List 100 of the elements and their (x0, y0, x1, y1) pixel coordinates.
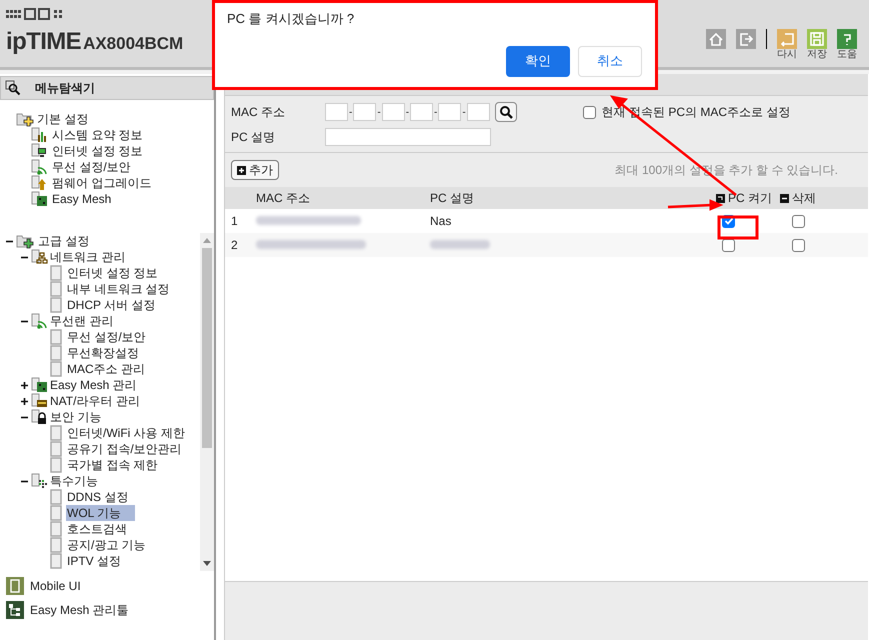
tree-item[interactable]: 무선 설정/보안 (52, 159, 131, 175)
collapse-icon[interactable] (20, 254, 28, 260)
pc-description-field[interactable] (325, 128, 491, 146)
separator-text: - (461, 106, 467, 120)
tree-item[interactable]: 펌웨어 업그레이드 (52, 175, 152, 191)
tree-item[interactable]: Easy Mesh 관리 (50, 377, 137, 393)
tree-item[interactable]: NAT/라우터 관리 (50, 393, 140, 409)
tree-item[interactable]: 네트워크 관리 (50, 249, 126, 265)
annotation-arrow (668, 199, 724, 211)
page-icon (50, 361, 62, 377)
column-header: PC 설명 (430, 191, 474, 205)
tree-item[interactable]: 무선랜 관리 (50, 313, 114, 329)
collapse-icon[interactable] (20, 478, 28, 484)
tree-item[interactable]: 무선확장설정 (66, 345, 140, 361)
page-icon (50, 265, 62, 281)
bottom-menu-item[interactable]: Mobile UI (30, 577, 81, 595)
add-button[interactable]: 추가 (231, 160, 279, 180)
expand-icon[interactable] (20, 382, 28, 388)
page-icon (50, 441, 62, 457)
mac-octet-field[interactable] (466, 103, 490, 121)
wifi-icon (31, 313, 48, 329)
tree-item[interactable]: 인터넷 설정 정보 (52, 143, 143, 159)
tree-item[interactable]: 보안 기능 (50, 409, 102, 425)
bottom-menu-item[interactable]: Easy Mesh 관리툴 (30, 601, 129, 619)
tree-item[interactable]: 인터넷 설정 정보 (66, 265, 159, 281)
plus-icon (237, 166, 246, 174)
highlight-box (718, 216, 758, 240)
mac-octet-field[interactable] (382, 103, 405, 121)
page-icon (50, 489, 62, 505)
collapse-icon[interactable] (6, 238, 12, 244)
page-icon (50, 457, 62, 473)
mac-octet-field[interactable] (410, 103, 434, 121)
brand-logo: ipTIME (6, 30, 82, 54)
ok-button[interactable]: 확인 (506, 46, 570, 76)
table-cell-text: 1 (230, 213, 239, 230)
separator-text: - (348, 106, 354, 120)
page-icon (50, 553, 62, 569)
wake-checkbox[interactable] (722, 238, 735, 252)
mesh-icon (31, 377, 48, 393)
column-header: MAC 주소 (256, 191, 310, 205)
column-header: PC 켜기 (728, 190, 772, 207)
page-icon (50, 297, 62, 313)
tree-item[interactable]: 인터넷/WiFi 사용 제한 (66, 425, 186, 441)
page-icon (50, 521, 62, 537)
tree-item[interactable]: MAC주소 관리 (66, 361, 146, 377)
tree-item[interactable]: WOL 기능 (66, 505, 136, 521)
page-icon (50, 329, 62, 345)
page-icon (50, 505, 62, 521)
upload-icon (31, 175, 48, 191)
column-header: 삭제 (792, 190, 816, 207)
tree-item[interactable]: IPTV 설정 (66, 553, 122, 569)
tree-item[interactable]: 무선 설정/보안 (66, 329, 147, 345)
delete-checkbox[interactable] (792, 238, 805, 252)
separator-text: - (376, 106, 382, 120)
tool-label: 다시 (777, 49, 797, 61)
checkbox[interactable] (582, 106, 596, 118)
separator-text: - (404, 106, 410, 120)
tree-item[interactable]: Easy Mesh (52, 191, 112, 207)
tree-item[interactable]: 호스트검색 (66, 521, 128, 537)
delete-checkbox[interactable] (792, 214, 805, 228)
expand-icon[interactable] (20, 398, 28, 404)
phone-icon[interactable] (6, 577, 24, 595)
mesh-icon (31, 191, 48, 207)
help-icon[interactable] (837, 29, 857, 49)
mac-octet-field[interactable] (353, 103, 376, 121)
mesh-icon[interactable] (6, 601, 24, 619)
table-cell-text: 2 (230, 237, 239, 254)
mac-octet-field[interactable] (325, 103, 348, 121)
lock-icon (31, 409, 48, 425)
scroll-down-icon[interactable] (203, 561, 211, 566)
home-icon[interactable] (706, 29, 726, 49)
chart-icon (31, 127, 48, 143)
tree-item[interactable]: 내부 네트워크 설정 (66, 281, 171, 297)
tree-item[interactable]: DHCP 서버 설정 (66, 297, 156, 313)
tree-item[interactable]: 국가별 접속 제한 (66, 457, 159, 473)
page-icon (50, 425, 62, 441)
scrollbar[interactable] (200, 233, 214, 571)
collapse-icon[interactable] (20, 414, 28, 420)
page-icon (50, 281, 62, 297)
tree-item[interactable]: 특수기능 (50, 473, 98, 489)
page-icon (50, 345, 62, 361)
tree-item[interactable]: 공지/광고 기능 (66, 537, 147, 553)
collapse-icon[interactable] (20, 318, 28, 324)
field-label: MAC 주소 (231, 104, 286, 121)
tree-item[interactable]: 공유기 접속/보안관리 (66, 441, 183, 457)
blurred-text (430, 240, 490, 249)
separator-text: - (433, 106, 438, 120)
mac-octet-field[interactable] (438, 103, 462, 121)
tree-item[interactable]: 고급 설정 (38, 233, 90, 249)
scroll-up-icon[interactable] (203, 238, 211, 243)
exit-icon[interactable] (736, 29, 756, 49)
tool-label: 저장 (807, 49, 827, 61)
model-name: AX8004BCM (83, 35, 184, 52)
cancel-button[interactable]: 취소 (578, 46, 642, 76)
folder-icon (16, 111, 36, 127)
search-button[interactable] (494, 102, 517, 122)
wifi-icon (31, 159, 48, 175)
tree-item[interactable]: 시스템 요약 정보 (52, 127, 143, 143)
tree-item[interactable]: 기본 설정 (37, 111, 88, 127)
tree-item[interactable]: DDNS 설정 (66, 489, 130, 505)
